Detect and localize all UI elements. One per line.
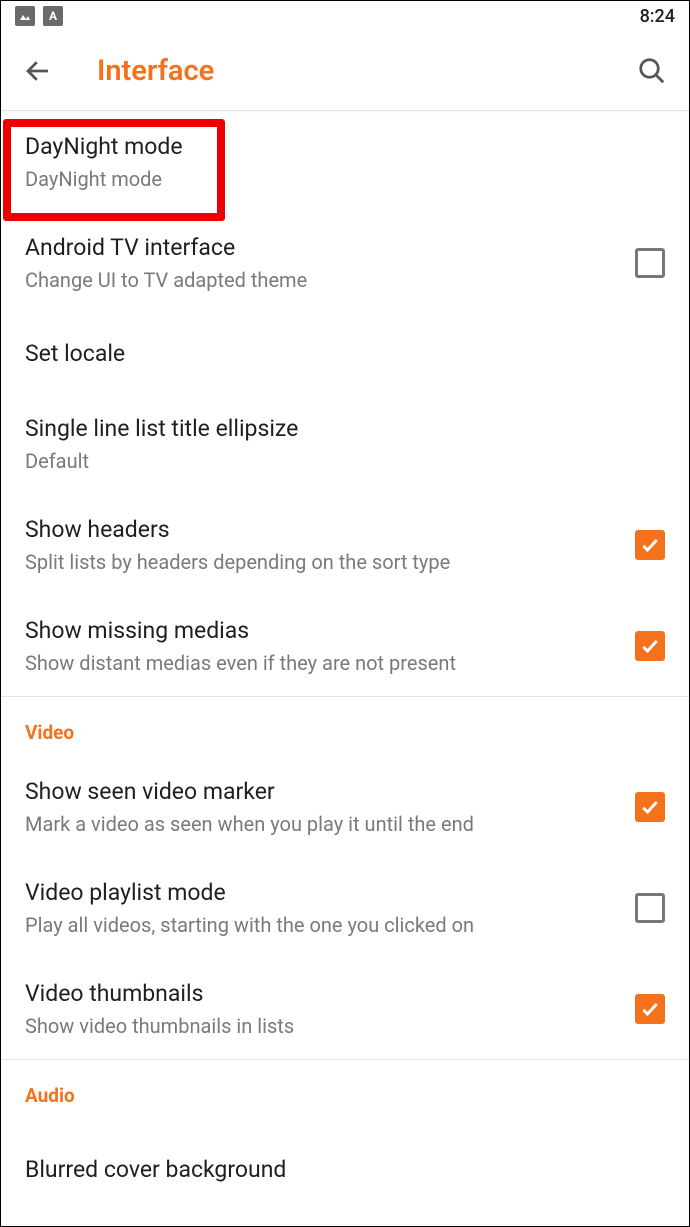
checkbox-video-thumbnails[interactable] <box>635 994 665 1024</box>
section-header-audio: Audio <box>1 1060 689 1119</box>
setting-subtitle: Play all videos, starting with the one y… <box>25 912 619 938</box>
setting-subtitle: Split lists by headers depending on the … <box>25 549 619 575</box>
setting-video-thumbnails[interactable]: Video thumbnails Show video thumbnails i… <box>1 958 689 1059</box>
setting-title: Android TV interface <box>25 232 619 263</box>
setting-title: Show missing medias <box>25 615 619 646</box>
settings-content: DayNight mode DayNight mode Android TV i… <box>1 111 689 1199</box>
setting-subtitle: Show video thumbnails in lists <box>25 1013 619 1039</box>
setting-title: Video playlist mode <box>25 877 619 908</box>
status-bar: A 8:24 <box>1 1 689 31</box>
setting-set-locale[interactable]: Set locale <box>1 313 689 393</box>
status-icons: A <box>15 6 63 26</box>
setting-subtitle: DayNight mode <box>25 166 649 192</box>
setting-video-playlist-mode[interactable]: Video playlist mode Play all videos, sta… <box>1 857 689 958</box>
setting-subtitle: Change UI to TV adapted theme <box>25 267 619 293</box>
setting-title: Show seen video marker <box>25 776 619 807</box>
app-bar: Interface <box>1 31 689 111</box>
checkbox-show-missing[interactable] <box>635 631 665 661</box>
setting-show-missing-medias[interactable]: Show missing medias Show distant medias … <box>1 595 689 696</box>
back-button[interactable] <box>21 54 55 88</box>
image-icon <box>15 6 35 26</box>
text-icon: A <box>43 6 63 26</box>
checkbox-android-tv[interactable] <box>635 248 665 278</box>
setting-daynight-mode[interactable]: DayNight mode DayNight mode <box>1 111 689 212</box>
checkbox-show-headers[interactable] <box>635 530 665 560</box>
setting-subtitle: Mark a video as seen when you play it un… <box>25 811 619 837</box>
section-header-video: Video <box>1 697 689 756</box>
setting-blurred-cover-background[interactable]: Blurred cover background <box>1 1119 689 1199</box>
search-button[interactable] <box>635 54 669 88</box>
setting-subtitle: Show distant medias even if they are not… <box>25 650 619 676</box>
setting-title: Blurred cover background <box>25 1154 649 1185</box>
setting-title: Video thumbnails <box>25 978 619 1009</box>
status-time: 8:24 <box>640 6 675 27</box>
setting-title: Single line list title ellipsize <box>25 413 649 444</box>
checkbox-seen-marker[interactable] <box>635 792 665 822</box>
setting-title: Set locale <box>25 338 649 369</box>
setting-ellipsize[interactable]: Single line list title ellipsize Default <box>1 393 689 494</box>
setting-title: DayNight mode <box>25 131 649 162</box>
checkbox-video-playlist[interactable] <box>635 893 665 923</box>
page-title: Interface <box>97 54 635 88</box>
setting-android-tv-interface[interactable]: Android TV interface Change UI to TV ada… <box>1 212 689 313</box>
setting-subtitle: Default <box>25 448 649 474</box>
setting-show-seen-video-marker[interactable]: Show seen video marker Mark a video as s… <box>1 756 689 857</box>
setting-title: Show headers <box>25 514 619 545</box>
setting-show-headers[interactable]: Show headers Split lists by headers depe… <box>1 494 689 595</box>
